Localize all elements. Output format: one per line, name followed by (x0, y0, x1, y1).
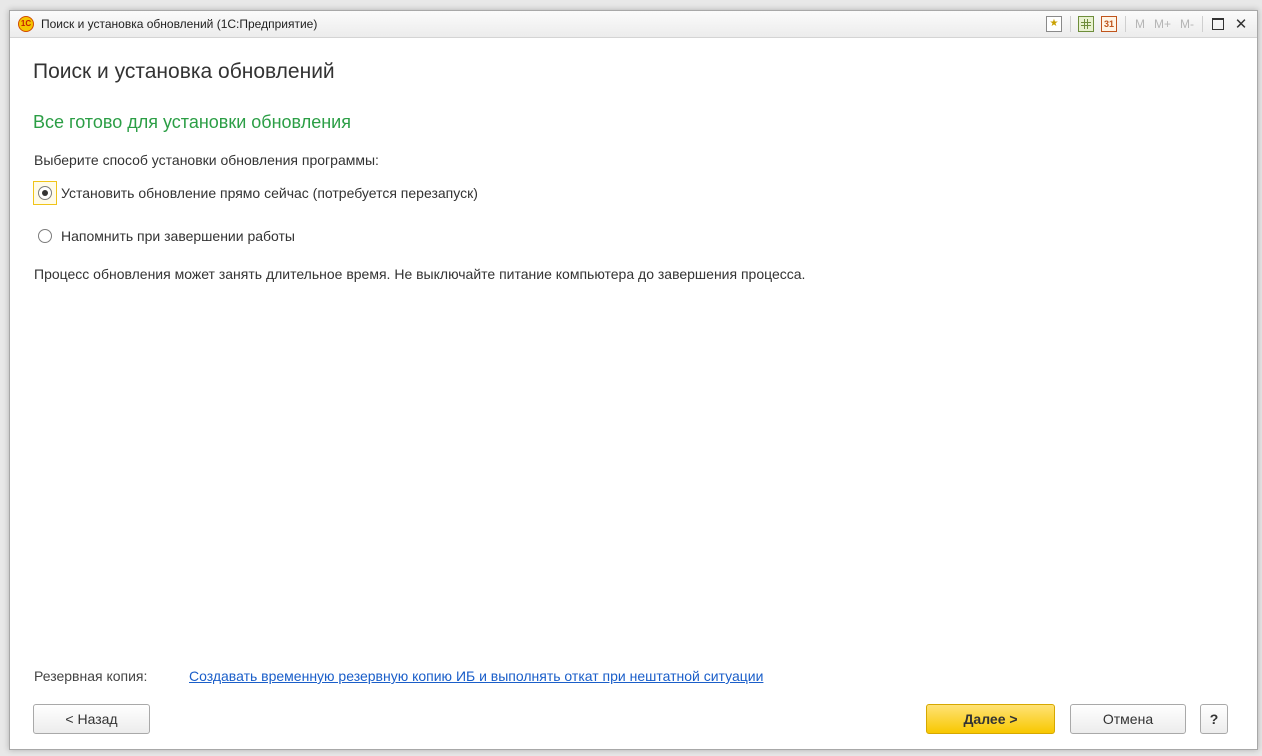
titlebar-toolbar: ★ 31 M M+ M- ✕ (1039, 15, 1249, 33)
toolbar-separator (1069, 16, 1071, 32)
backup-settings-link[interactable]: Создавать временную резервную копию ИБ и… (189, 668, 763, 684)
radio-button-icon[interactable] (38, 229, 52, 243)
update-dialog-window: 1С Поиск и установка обновлений (1С:Пред… (9, 10, 1258, 750)
radio-frame (33, 224, 57, 248)
next-button[interactable]: Далее > (926, 704, 1055, 734)
radio-option-remind-on-exit[interactable]: Напомнить при завершении работы (33, 224, 295, 248)
radio-label[interactable]: Установить обновление прямо сейчас (потр… (61, 185, 478, 201)
close-icon[interactable]: ✕ (1233, 16, 1249, 33)
window-title: Поиск и установка обновлений (1С:Предпри… (41, 17, 318, 31)
memory-m-plus-button[interactable]: M+ (1154, 17, 1171, 31)
toolbar-separator (1202, 16, 1203, 32)
calculator-icon[interactable] (1077, 16, 1094, 32)
section-title: Все готово для установки обновления (33, 112, 351, 132)
memory-m-button[interactable]: M (1135, 17, 1145, 31)
install-method-prompt: Выберите способ установки обновления про… (34, 152, 379, 168)
radio-selected-dot (42, 190, 48, 196)
calculator-grid (1080, 19, 1091, 29)
favorites-icon[interactable]: ★ (1045, 16, 1062, 32)
help-button[interactable]: ? (1200, 704, 1228, 734)
back-button[interactable]: < Назад (33, 704, 150, 734)
cancel-button[interactable]: Отмена (1070, 704, 1186, 734)
form-title: Поиск и установка обновлений (33, 60, 335, 83)
update-warning-text: Процесс обновления может занять длительн… (34, 266, 806, 282)
radio-button-icon[interactable] (38, 186, 52, 200)
toolbar-separator (1124, 16, 1126, 32)
radio-label[interactable]: Напомнить при завершении работы (61, 228, 295, 244)
maximize-box (1212, 18, 1224, 30)
backup-label: Резервная копия: (34, 668, 148, 684)
maximize-icon[interactable] (1210, 16, 1226, 32)
calendar-icon[interactable]: 31 (1100, 16, 1117, 32)
title-bar: 1С Поиск и установка обновлений (1С:Пред… (10, 11, 1257, 38)
app-logo-icon: 1С (18, 16, 34, 32)
radio-focus-frame (33, 181, 57, 205)
memory-m-minus-button[interactable]: M- (1180, 17, 1194, 31)
radio-option-install-now[interactable]: Установить обновление прямо сейчас (потр… (33, 181, 478, 205)
